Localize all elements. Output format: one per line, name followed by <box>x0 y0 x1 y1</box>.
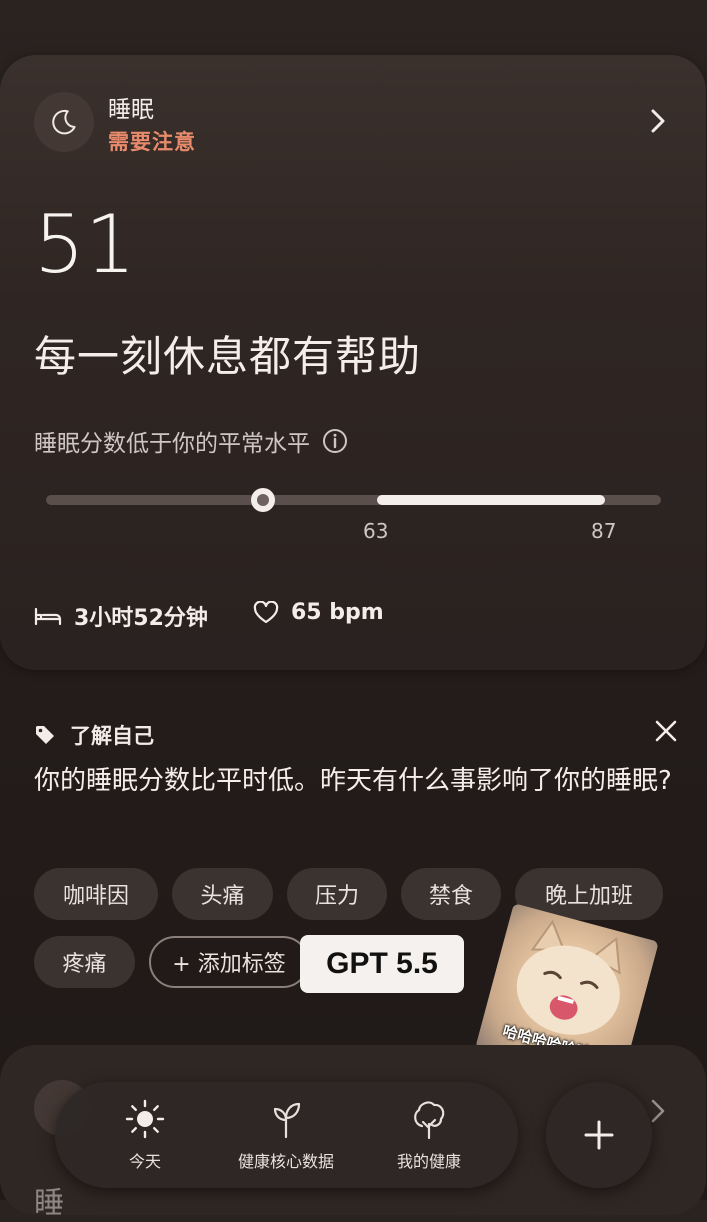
headline: 每一刻休息都有帮助 <box>34 332 422 381</box>
tree-icon <box>414 1101 445 1140</box>
tag-chip-caffeine[interactable]: 咖啡因 <box>34 868 158 920</box>
tag-chip-fasting[interactable]: 禁食 <box>401 868 501 920</box>
add-tag-button[interactable]: + 添加标签 <box>149 936 309 988</box>
nav-label-today: 今天 <box>128 1152 161 1171</box>
score-comparison-text: 睡眠分数低于你的平常水平 <box>34 431 310 457</box>
tag-chip-headache[interactable]: 头痛 <box>172 868 273 920</box>
sleep-icon-badge <box>34 92 94 152</box>
tag-icon <box>36 726 54 744</box>
info-icon[interactable] <box>322 428 348 454</box>
tag-chip-pain[interactable]: 疼痛 <box>34 936 135 988</box>
card-title: 睡眠 <box>108 97 154 123</box>
sleep-score: 51 <box>34 198 136 291</box>
insight-header: 了解自己 <box>34 720 154 750</box>
score-marker <box>251 488 275 512</box>
chevron-right-icon[interactable] <box>645 106 671 136</box>
range-high-label: 87 <box>591 519 617 543</box>
insight-question: 你的睡眠分数比平时低。昨天有什么事影响了你的睡眠? <box>34 766 672 796</box>
chevron-right-icon[interactable] <box>650 1098 666 1124</box>
range-low-label: 63 <box>363 519 389 543</box>
moon-icon <box>52 109 76 135</box>
heart-rate: 65 bpm <box>253 600 384 625</box>
plus-icon <box>584 1120 614 1150</box>
usual-range-bar <box>377 495 605 505</box>
sleep-duration: 3小时52分钟 <box>34 600 208 632</box>
nav-label-my-health: 我的健康 <box>396 1152 461 1171</box>
nav-item-my-health[interactable]: 我的健康 <box>377 1082 481 1188</box>
gpt-badge: GPT 5.5 <box>300 935 464 993</box>
bed-icon <box>34 607 62 626</box>
status-badge: 需要注意 <box>108 130 196 154</box>
nav-item-core-data[interactable]: 健康核心数据 <box>225 1082 347 1188</box>
nav-label-core-data: 健康核心数据 <box>237 1152 334 1171</box>
insight-label: 了解自己 <box>70 724 154 748</box>
close-icon[interactable] <box>653 718 679 744</box>
sun-icon <box>125 1099 165 1139</box>
heart-rate-value: 65 bpm <box>291 600 384 625</box>
add-button[interactable] <box>546 1082 652 1188</box>
bottom-nav: 今天 健康核心数据 我的健康 <box>55 1082 518 1188</box>
sprout-icon <box>273 1102 301 1139</box>
score-comparison: 睡眠分数低于你的平常水平 <box>34 424 348 458</box>
sleep-duration-value: 3小时52分钟 <box>74 606 208 631</box>
tag-chip-stress[interactable]: 压力 <box>287 868 387 920</box>
heart-icon <box>253 600 279 623</box>
next-card-title-partial: 睡 <box>34 1186 64 1221</box>
nav-item-today[interactable]: 今天 <box>97 1082 193 1188</box>
